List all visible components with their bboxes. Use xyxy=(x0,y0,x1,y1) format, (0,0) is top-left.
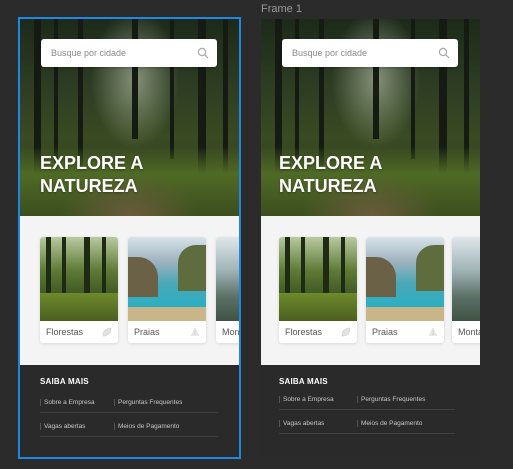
category-card-florestas[interactable]: Florestas xyxy=(40,237,118,343)
hero-banner: EXPLORE A NATUREZA xyxy=(20,19,239,216)
hero-title: EXPLORE A NATUREZA xyxy=(40,153,144,196)
search-icon[interactable] xyxy=(438,47,450,59)
beach-image xyxy=(366,237,444,321)
category-list: Florestas Praias Montanhas xyxy=(20,237,239,347)
frame-1[interactable]: EXPLORE A NATUREZA Florestas Pra xyxy=(261,19,480,457)
category-label: Florestas xyxy=(285,327,323,337)
footer-link-sobre[interactable]: Sobre a Empresa xyxy=(40,399,95,406)
footer-link-vagas[interactable]: Vagas abertas xyxy=(279,420,324,427)
footer-link-pagamento[interactable]: Meios de Pagamento xyxy=(357,420,422,427)
beach-image xyxy=(128,237,206,321)
category-list: Florestas Praias Montanhas xyxy=(261,237,480,347)
search-input[interactable] xyxy=(282,39,442,67)
footer: SAIBA MAIS Sobre a Empresa Perguntas Fre… xyxy=(261,365,480,457)
category-label: Praias xyxy=(134,327,160,337)
footer-link-perguntas[interactable]: Perguntas Frequentes xyxy=(114,399,182,406)
frame-selected[interactable]: EXPLORE A NATUREZA Florestas Pra xyxy=(20,19,239,457)
footer-link-sobre[interactable]: Sobre a Empresa xyxy=(279,396,334,403)
beach-icon xyxy=(191,328,199,336)
forest-image xyxy=(279,237,357,321)
search-input[interactable] xyxy=(41,39,201,67)
footer-link-perguntas[interactable]: Perguntas Frequentes xyxy=(357,396,425,403)
search-bar[interactable] xyxy=(41,39,217,67)
leaf-icon xyxy=(102,327,112,337)
footer-title: SAIBA MAIS xyxy=(279,377,328,386)
hero-banner: EXPLORE A NATUREZA xyxy=(261,19,480,216)
category-label: Praias xyxy=(372,327,398,337)
forest-image xyxy=(40,237,118,321)
category-card-montanhas[interactable]: Montanhas xyxy=(216,237,239,343)
search-icon[interactable] xyxy=(197,47,209,59)
mountain-image xyxy=(452,237,480,321)
beach-icon xyxy=(429,328,437,336)
category-label: Montanhas xyxy=(222,327,239,337)
category-label: Florestas xyxy=(46,327,84,337)
leaf-icon xyxy=(341,327,351,337)
footer: SAIBA MAIS Sobre a Empresa Perguntas Fre… xyxy=(20,365,239,457)
category-card-montanhas[interactable]: Montanhas xyxy=(452,237,480,343)
category-card-praias[interactable]: Praias xyxy=(128,237,206,343)
category-label: Montanhas xyxy=(458,327,480,337)
mountain-image xyxy=(216,237,239,321)
frame-label[interactable]: Frame 1 xyxy=(261,3,302,15)
search-bar[interactable] xyxy=(282,39,458,67)
category-card-florestas[interactable]: Florestas xyxy=(279,237,357,343)
footer-title: SAIBA MAIS xyxy=(40,377,89,386)
footer-link-pagamento[interactable]: Meios de Pagamento xyxy=(114,423,179,430)
hero-title: EXPLORE A NATUREZA xyxy=(279,153,383,196)
category-card-praias[interactable]: Praias xyxy=(366,237,444,343)
footer-link-vagas[interactable]: Vagas abertas xyxy=(40,423,85,430)
